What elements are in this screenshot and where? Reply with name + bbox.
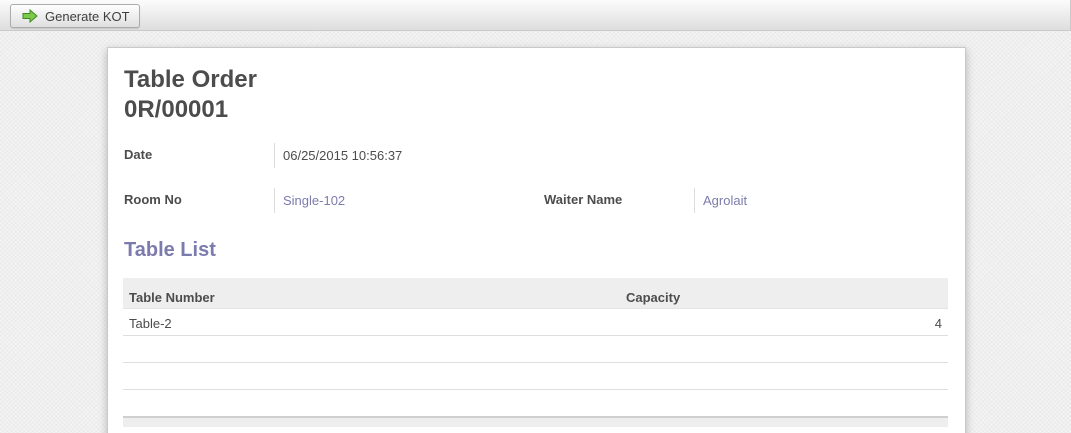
cell-table-number: Table-2	[129, 316, 172, 331]
page-title: Table Order 0R/00001	[124, 65, 257, 125]
table-list-title: Table List	[124, 239, 216, 261]
date-field[interactable]: 06/25/2015 10:56:37	[274, 143, 402, 168]
column-header-capacity[interactable]: Capacity	[626, 290, 680, 305]
toolbar: Generate KOT	[0, 0, 1071, 31]
table-row[interactable]: Table-2 4	[123, 309, 948, 336]
room-no-label: Room No	[124, 192, 182, 207]
form-sheet: Table Order 0R/00001 Date 06/25/2015 10:…	[107, 47, 966, 433]
arrow-right-icon	[22, 9, 38, 23]
title-line-2: 0R/00001	[124, 96, 229, 123]
date-label: Date	[124, 147, 153, 162]
waiter-name-link[interactable]: Agrolait	[694, 188, 747, 213]
title-line-1: Table Order	[124, 66, 257, 93]
room-no-link[interactable]: Single-102	[274, 188, 345, 213]
waiter-name-label: Waiter Name	[544, 192, 623, 207]
cell-capacity: 4	[934, 316, 942, 331]
generate-kot-label: Generate KOT	[45, 8, 130, 24]
column-header-table-number[interactable]: Table Number	[129, 290, 215, 305]
empty-row	[123, 336, 948, 363]
empty-row	[123, 363, 948, 390]
table-footer	[123, 416, 948, 427]
generate-kot-button[interactable]: Generate KOT	[10, 4, 140, 28]
table-list: Table Number Capacity Table-2 4	[123, 278, 948, 427]
table-header: Table Number Capacity	[123, 278, 948, 309]
